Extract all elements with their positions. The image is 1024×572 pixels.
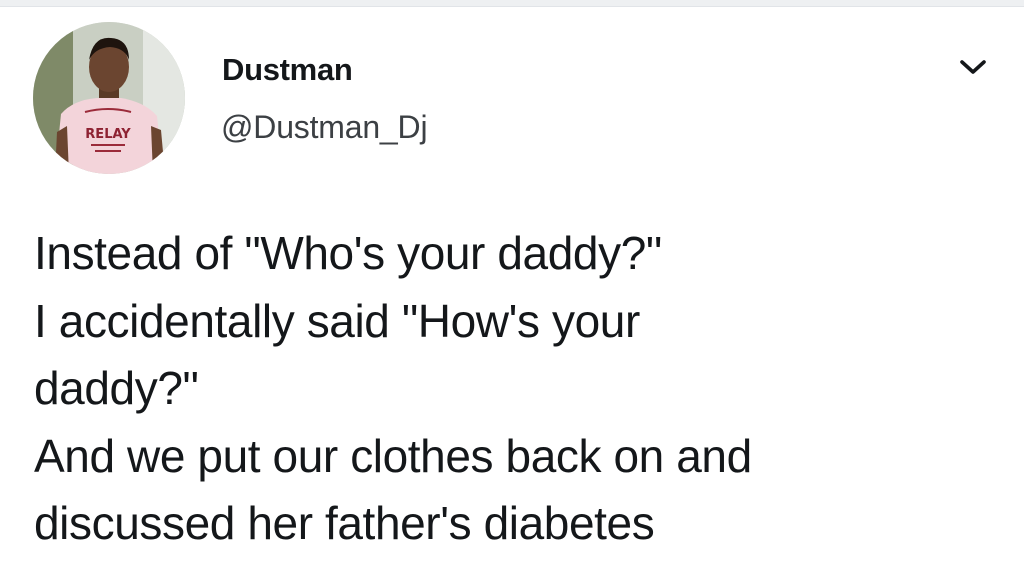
tweet-card: RELAY Dustman @Dustman_Dj Instead of "Wh… — [0, 0, 1024, 572]
tweet-text-line: Instead of "Who's your daddy?" — [34, 227, 662, 279]
chevron-down-icon[interactable] — [956, 52, 990, 80]
svg-text:RELAY: RELAY — [85, 127, 131, 142]
tweet-text-line: discussed her father's diabetes — [34, 497, 655, 549]
tweet-text-line: And we put our clothes back on and — [34, 429, 752, 482]
tweet-text-line: daddy?" — [34, 362, 199, 414]
avatar[interactable]: RELAY — [33, 22, 185, 174]
author-handle[interactable]: @Dustman_Dj — [221, 109, 428, 146]
tweet-text-line: I accidentally said "How's your — [34, 294, 640, 347]
author-name[interactable]: Dustman — [222, 52, 353, 88]
tweet-text: Instead of "Who's your daddy?" I acciden… — [34, 220, 994, 558]
